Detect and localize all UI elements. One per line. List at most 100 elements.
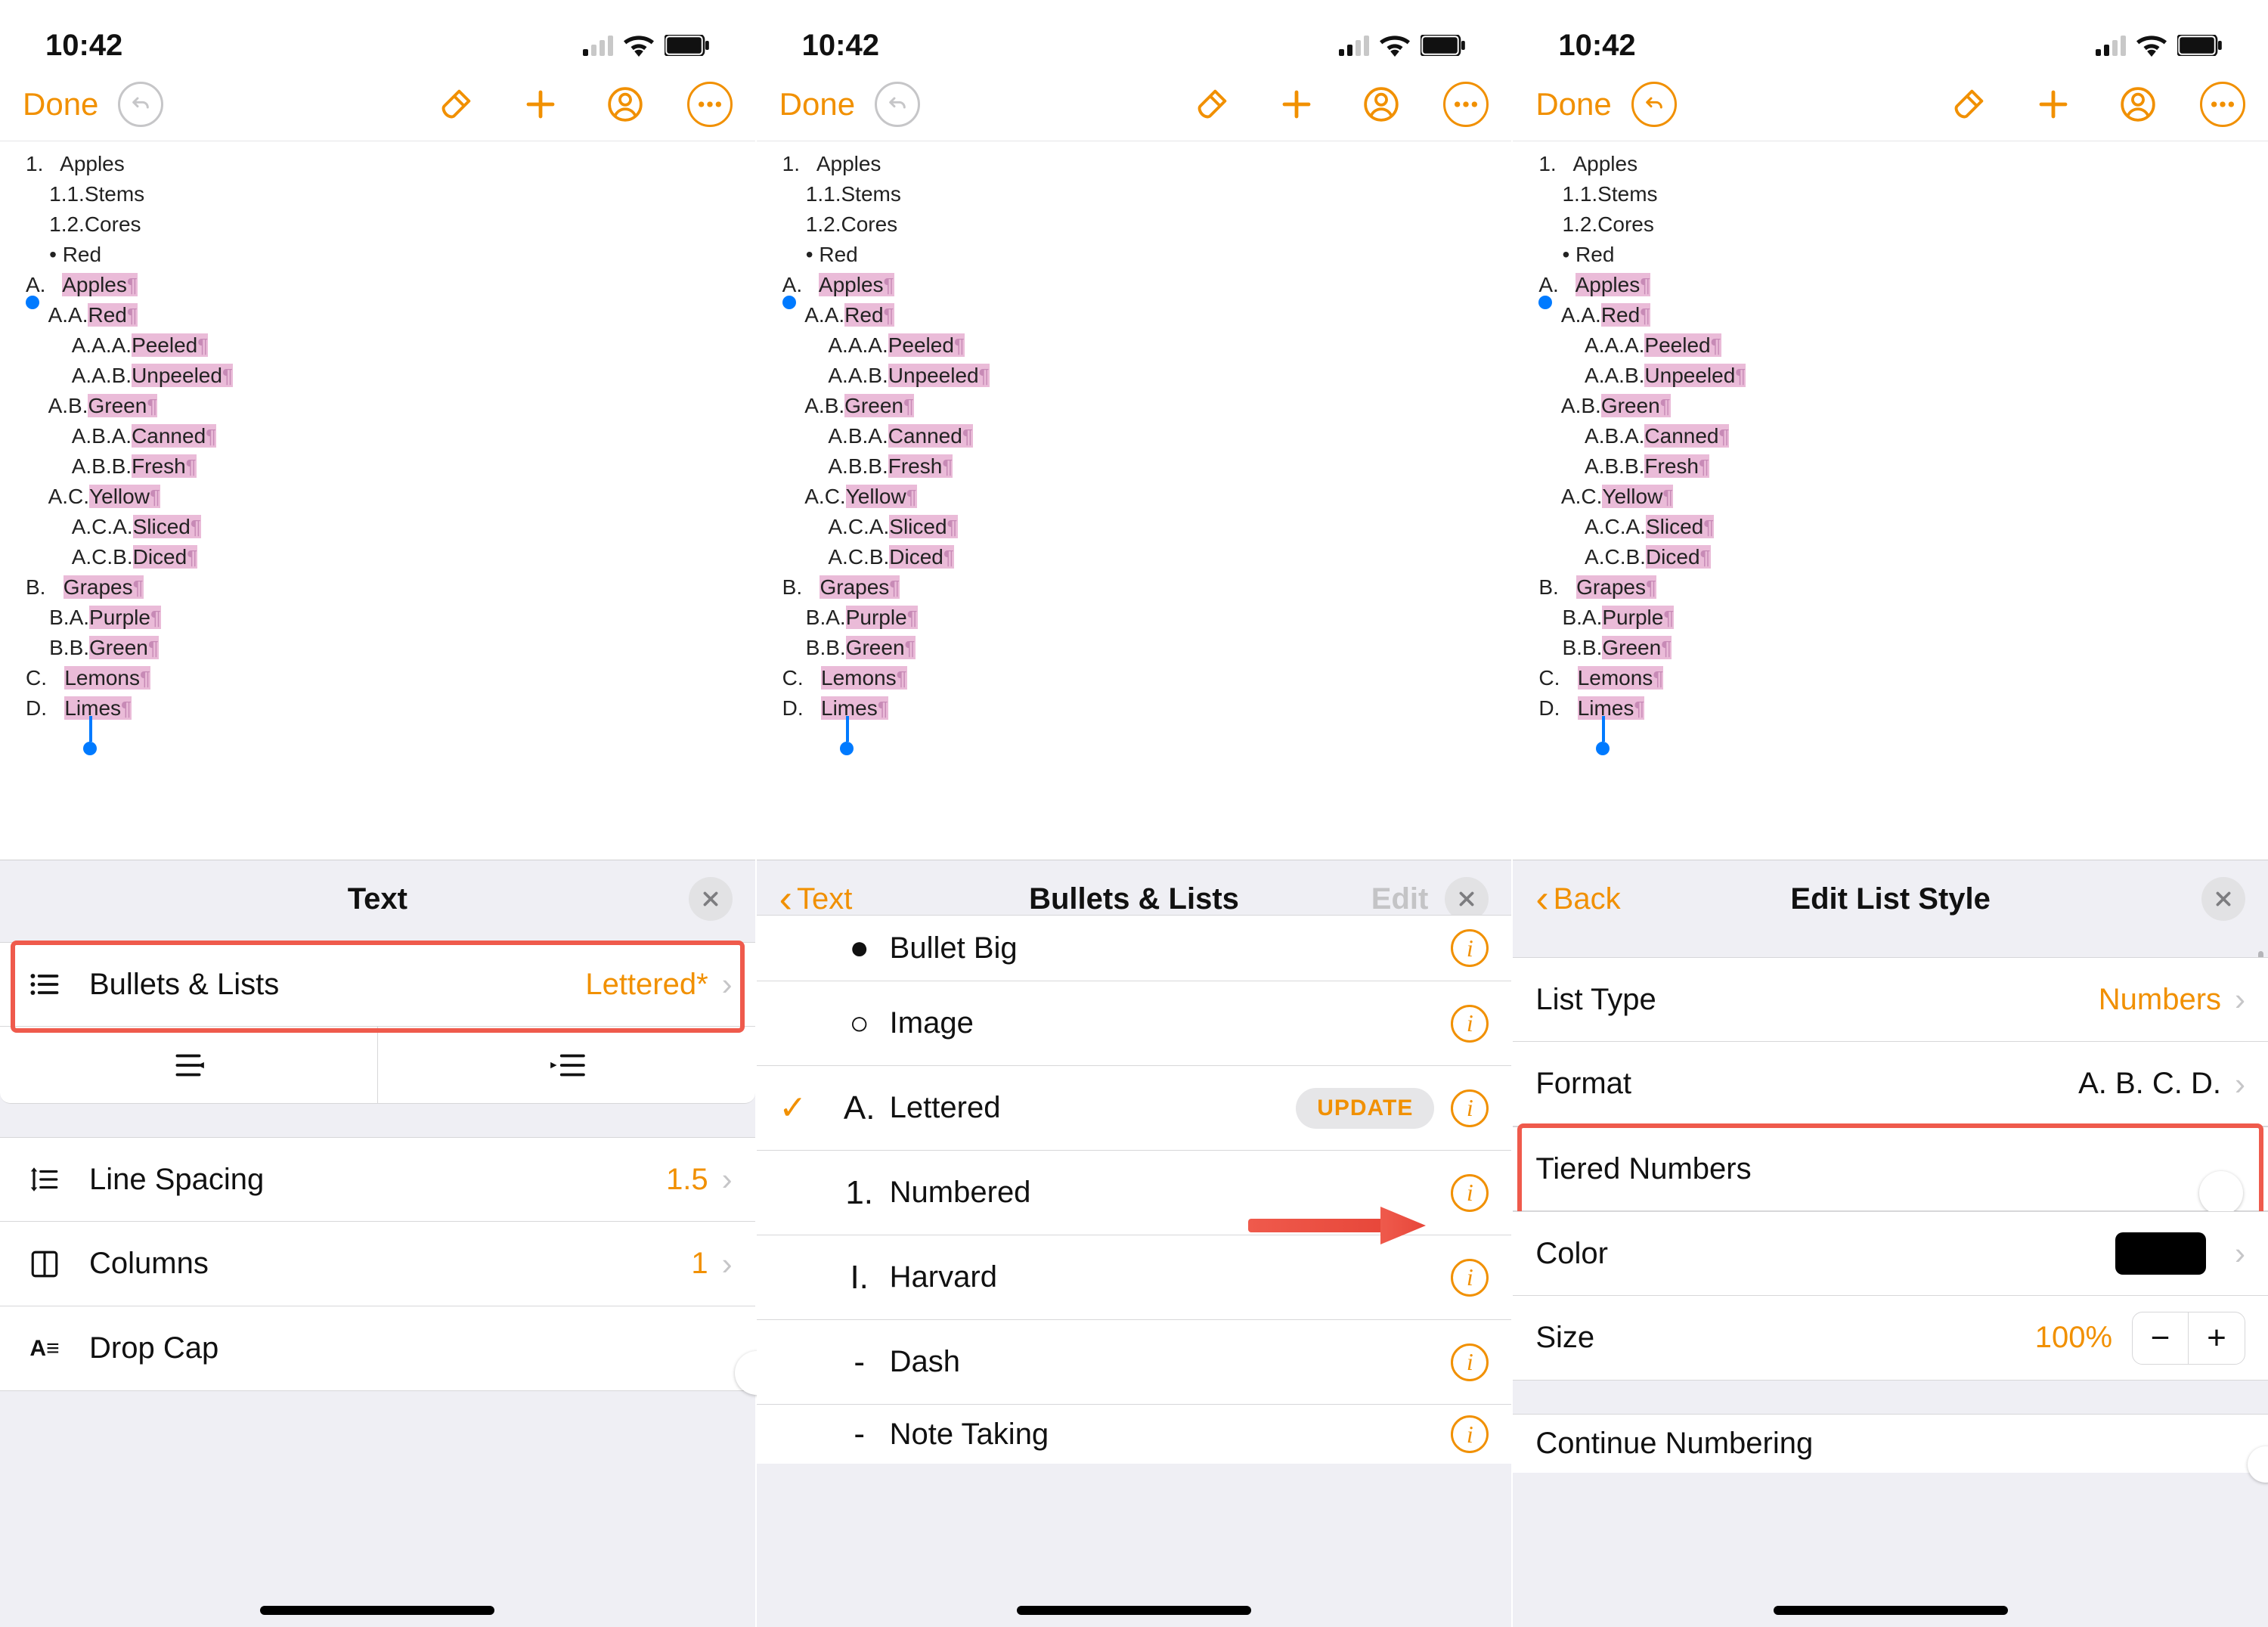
- color-swatch[interactable]: [2115, 1232, 2206, 1275]
- indent-button[interactable]: [378, 1027, 755, 1103]
- more-button[interactable]: [2200, 82, 2245, 127]
- selection-caret-end[interactable]: [89, 716, 92, 742]
- editor-toolbar: Done: [757, 68, 1512, 141]
- line-spacing-row[interactable]: Line Spacing 1.5 ›: [0, 1137, 755, 1222]
- info-button[interactable]: i: [1451, 1005, 1489, 1043]
- style-glyph: A.: [829, 1089, 890, 1127]
- wifi-icon: [624, 34, 654, 57]
- color-label: Color: [1535, 1237, 1608, 1271]
- list-type-row[interactable]: List Type Numbers ›: [1513, 957, 2268, 1042]
- document-body[interactable]: 1. Apples 1.1.Stems 1.2.Cores • Red A. A…: [757, 141, 1512, 860]
- info-button[interactable]: i: [1451, 1259, 1489, 1297]
- format-brush-icon[interactable]: [433, 82, 479, 127]
- format-row[interactable]: Format A. B. C. D. ›: [1513, 1042, 2268, 1127]
- style-label: Bullet Big: [890, 931, 1435, 965]
- undo-button[interactable]: [1631, 82, 1677, 127]
- style-label: Note Taking: [890, 1418, 1435, 1452]
- size-stepper: − +: [2132, 1312, 2245, 1365]
- insert-button[interactable]: [1274, 82, 1319, 127]
- style-label: Lettered: [890, 1091, 1297, 1125]
- info-button[interactable]: i: [1451, 1089, 1489, 1127]
- more-button[interactable]: [1443, 82, 1489, 127]
- selection-caret-end[interactable]: [1602, 716, 1605, 742]
- selection-caret-end[interactable]: [846, 716, 849, 742]
- undo-button[interactable]: [118, 82, 163, 127]
- info-button[interactable]: i: [1451, 929, 1489, 967]
- selection-handle-end[interactable]: [840, 742, 854, 755]
- style-option-lettered[interactable]: ✓ A. Lettered UPDATE i: [757, 1066, 1512, 1151]
- line-spacing-label: Line Spacing: [89, 1163, 264, 1197]
- status-time: 10:42: [45, 29, 122, 63]
- home-indicator[interactable]: [1774, 1606, 2008, 1615]
- chevron-right-icon: ›: [2235, 1235, 2245, 1272]
- status-icons: [1339, 34, 1466, 57]
- size-increase-button[interactable]: +: [2189, 1312, 2245, 1364]
- insert-button[interactable]: [518, 82, 563, 127]
- chevron-right-icon: ›: [722, 1161, 733, 1198]
- document-body[interactable]: 1. Apples 1.1.Stems 1.2.Cores • Red A. A…: [0, 141, 755, 860]
- status-icons: [583, 34, 710, 57]
- drop-cap-row: A≡ Drop Cap: [0, 1306, 755, 1391]
- wifi-icon: [1380, 34, 1410, 57]
- collaborate-icon[interactable]: [603, 82, 648, 127]
- collaborate-icon[interactable]: [2115, 82, 2161, 127]
- cellular-icon: [2096, 36, 2126, 56]
- info-button[interactable]: i: [1451, 1415, 1489, 1453]
- selection-handle-start[interactable]: [782, 296, 796, 309]
- document-body[interactable]: 1. Apples 1.1.Stems 1.2.Cores • Red A. A…: [1513, 141, 2268, 860]
- style-option-image[interactable]: ○ Image i: [757, 981, 1512, 1066]
- battery-icon: [2177, 35, 2223, 56]
- panel-title: Text: [348, 882, 407, 916]
- home-indicator[interactable]: [260, 1606, 494, 1615]
- tiered-numbers-label: Tiered Numbers: [1535, 1152, 1751, 1186]
- style-label: Dash: [890, 1345, 1435, 1379]
- format-panel-text: Text Bullets & Lists Lettered* ›: [0, 860, 755, 1627]
- style-option-numbered[interactable]: 1. Numbered i: [757, 1151, 1512, 1235]
- chevron-right-icon: ›: [722, 966, 733, 1003]
- edit-button[interactable]: Edit: [1371, 882, 1429, 916]
- bullets-lists-row[interactable]: Bullets & Lists Lettered* ›: [0, 942, 755, 1027]
- columns-row[interactable]: Columns 1 ›: [0, 1222, 755, 1306]
- done-button[interactable]: Done: [23, 86, 98, 122]
- insert-button[interactable]: [2031, 82, 2076, 127]
- format-label: Format: [1535, 1067, 1631, 1101]
- outdent-button[interactable]: [0, 1027, 378, 1103]
- style-option-bullet-big[interactable]: ● Bullet Big i: [757, 915, 1512, 981]
- size-decrease-button[interactable]: −: [2133, 1312, 2189, 1364]
- selection-handle-end[interactable]: [83, 742, 97, 755]
- selection-handle-start[interactable]: [26, 296, 39, 309]
- selection-handle-end[interactable]: [1596, 742, 1610, 755]
- close-panel-button[interactable]: [2201, 877, 2245, 921]
- info-button[interactable]: i: [1451, 1174, 1489, 1212]
- close-panel-button[interactable]: [689, 877, 733, 921]
- style-option-dash[interactable]: - Dash i: [757, 1320, 1512, 1405]
- info-button[interactable]: i: [1451, 1343, 1489, 1381]
- status-time: 10:42: [1558, 29, 1635, 63]
- size-value: 100%: [2035, 1321, 2112, 1355]
- done-button[interactable]: Done: [779, 86, 855, 122]
- home-indicator[interactable]: [1017, 1606, 1251, 1615]
- chevron-right-icon: ›: [2235, 981, 2245, 1018]
- panel-header: Text: [0, 860, 755, 937]
- indent-controls: [0, 1027, 755, 1104]
- chevron-left-icon: ‹: [1535, 876, 1548, 922]
- line-spacing-value: 1.5: [666, 1163, 708, 1197]
- list-type-value: Numbers: [2099, 983, 2221, 1017]
- more-button[interactable]: [687, 82, 733, 127]
- undo-button[interactable]: [875, 82, 920, 127]
- back-button[interactable]: ‹ Back: [1535, 876, 1620, 922]
- bullets-lists-value: Lettered*: [585, 968, 708, 1002]
- format-panel-edit-list-style: ‹ Back Edit List Style List Type Numbers…: [1513, 860, 2268, 1627]
- format-brush-icon[interactable]: [1189, 82, 1235, 127]
- collaborate-icon[interactable]: [1359, 82, 1404, 127]
- style-option-harvard[interactable]: I. Harvard i: [757, 1235, 1512, 1320]
- color-row[interactable]: Color ›: [1513, 1211, 2268, 1296]
- bullets-lists-label: Bullets & Lists: [89, 968, 279, 1002]
- style-glyph: ●: [829, 929, 890, 967]
- cellular-icon: [583, 36, 613, 56]
- size-label: Size: [1535, 1321, 1594, 1355]
- update-button[interactable]: UPDATE: [1296, 1088, 1434, 1129]
- done-button[interactable]: Done: [1535, 86, 1611, 122]
- style-option-note-taking[interactable]: - Note Taking i: [757, 1405, 1512, 1464]
- format-brush-icon[interactable]: [1946, 82, 1991, 127]
